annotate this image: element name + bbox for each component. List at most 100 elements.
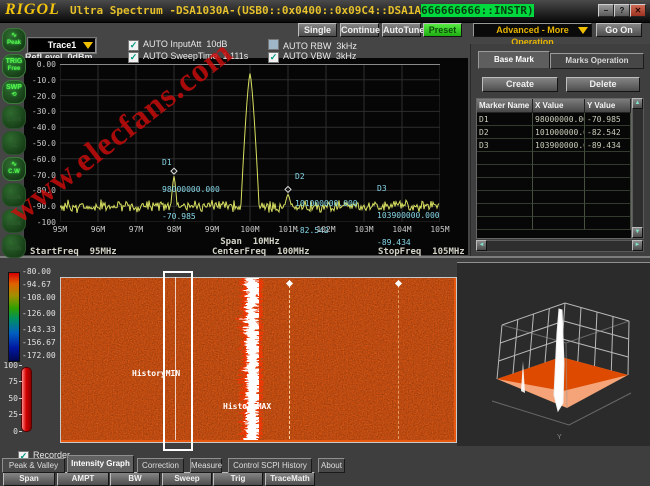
scroll-up-icon[interactable]: ▲ bbox=[632, 98, 643, 109]
intensity-graph[interactable]: HistoryMIN HistoryMAX bbox=[60, 277, 457, 443]
sidebar-item-mark-7[interactable]: ∿Mark bbox=[2, 209, 26, 233]
toolbar-button-single[interactable]: Single bbox=[298, 23, 337, 37]
slider-tick-label: 50 bbox=[2, 394, 18, 403]
sidebar-item-peak-0[interactable]: ∿Peak bbox=[2, 28, 26, 52]
bottom-button-sweep[interactable]: Sweep bbox=[162, 472, 212, 486]
table-cell bbox=[477, 152, 533, 165]
history-marker-line bbox=[289, 280, 290, 439]
sidebar-item-label: DL bbox=[3, 143, 25, 150]
close-button[interactable]: ✕ bbox=[630, 4, 646, 17]
sidebar-item-dl-4[interactable]: ⊥DL bbox=[2, 131, 26, 155]
auto-checkbox-1[interactable]: ✓AUTO SweepTime 1.111s bbox=[128, 51, 248, 61]
table-header-cell[interactable]: Marker Name bbox=[477, 99, 533, 113]
bottom-button-tracemath[interactable]: TraceMath bbox=[265, 472, 315, 486]
sidebar-item-math-8[interactable]: ∿Math bbox=[2, 234, 26, 258]
bottom-tab-peak-valley[interactable]: Peak & Valley bbox=[2, 458, 65, 473]
scale-label: -172.00 bbox=[22, 351, 56, 360]
sidebar-item-free-1[interactable]: TRIGFree bbox=[2, 54, 26, 78]
window-title-text: Ultra Spectrum -DSA1030A-(USB0::0x0400::… bbox=[70, 4, 421, 17]
sidebar-item-c.w-5[interactable]: ∿C.W bbox=[2, 157, 26, 181]
toolbar-button-autotune[interactable]: AutoTune bbox=[382, 23, 421, 37]
auto-checkbox-3[interactable]: ✓AUTO VBW 3kHz bbox=[268, 51, 356, 61]
go-on-button[interactable]: Go On bbox=[596, 23, 642, 37]
y-axis-tick: -30.0 bbox=[26, 107, 56, 116]
tab-marks-operation[interactable]: Marks Operation bbox=[550, 53, 644, 69]
auto-checkbox-2[interactable]: AUTO RBW 3kHz bbox=[268, 39, 357, 49]
rigol-logo: RIGOL bbox=[5, 1, 60, 19]
advanced-operation-select[interactable]: Advanced - More Operation bbox=[473, 23, 592, 37]
selection-rectangle[interactable] bbox=[163, 271, 193, 451]
table-row[interactable]: D3103900000.000-89.434 bbox=[477, 139, 631, 152]
y-axis-tick: -40.0 bbox=[26, 123, 56, 132]
table-row[interactable] bbox=[477, 165, 631, 178]
marker-name: D2 bbox=[295, 172, 358, 181]
bottom-tab-measure[interactable]: Measure bbox=[190, 458, 222, 473]
table-cell: -89.434 bbox=[585, 139, 631, 152]
window-title: Ultra Spectrum -DSA1030A-(USB0::0x0400::… bbox=[70, 4, 534, 17]
bottom-tab-intensity-graph[interactable]: Intensity Graph bbox=[67, 455, 134, 473]
minimize-button[interactable]: – bbox=[598, 4, 614, 17]
table-row[interactable] bbox=[477, 204, 631, 217]
table-cell bbox=[533, 165, 585, 178]
slider-tick bbox=[19, 365, 22, 366]
bottom-button-bw[interactable]: BW bbox=[110, 472, 160, 486]
table-row[interactable]: D2101000000.000-82.542 bbox=[477, 126, 631, 139]
y-axis-tick: -50.0 bbox=[26, 139, 56, 148]
table-cell: D1 bbox=[477, 113, 533, 126]
slider-tick bbox=[19, 381, 22, 382]
help-button[interactable]: ? bbox=[614, 4, 630, 17]
bottom-button-ampt[interactable]: AMPT bbox=[57, 472, 109, 486]
horizontal-scrollbar[interactable] bbox=[476, 240, 644, 252]
table-cell bbox=[533, 217, 585, 230]
scroll-left-icon[interactable]: ◄ bbox=[476, 240, 487, 251]
toolbar-button-continue[interactable]: Continue bbox=[340, 23, 379, 37]
bottom-button-trig[interactable]: Trig bbox=[213, 472, 263, 486]
sidebar-item-⟲-2[interactable]: SWP⟲ bbox=[2, 80, 26, 104]
x-axis-tick: 96M bbox=[83, 225, 113, 234]
bottom-tab-about[interactable]: About bbox=[318, 458, 345, 473]
x-axis-tick: 98M bbox=[159, 225, 189, 234]
sidebar-item-cont-3[interactable]: ∿Cont bbox=[2, 105, 26, 129]
table-row[interactable] bbox=[477, 152, 631, 165]
y-axis-tick: -60.0 bbox=[26, 155, 56, 164]
table-header-cell[interactable]: X Value bbox=[533, 99, 585, 113]
sidebar-item-glyph: ∿ bbox=[3, 108, 25, 117]
y-axis-tick: -10.0 bbox=[26, 76, 56, 85]
tab-base-mark[interactable]: Base Mark bbox=[478, 51, 550, 69]
scale-label: -94.67 bbox=[22, 280, 51, 289]
checkbox-label: AUTO SweepTime 1.111s bbox=[143, 51, 248, 61]
bottom-button-span[interactable]: Span bbox=[3, 472, 55, 486]
x-axis-tick: 99M bbox=[197, 225, 227, 234]
toolbar-button-preset[interactable]: Preset bbox=[423, 23, 462, 37]
table-cell: D2 bbox=[477, 126, 533, 139]
recorder-checkbox[interactable]: ✓Recorder bbox=[8, 440, 70, 450]
intensity-slider[interactable] bbox=[21, 367, 32, 432]
marker-name: D3 bbox=[377, 184, 440, 193]
table-row[interactable] bbox=[477, 178, 631, 191]
bottom-tab-correction[interactable]: Correction bbox=[137, 458, 184, 473]
marker-annotation-d2: D2 101000000.000 -82.542 bbox=[295, 154, 358, 253]
chevron-down-icon bbox=[578, 27, 588, 34]
table-cell bbox=[585, 152, 631, 165]
sidebar-item-mark-6[interactable]: ∿Mark bbox=[2, 183, 26, 207]
bottom-tab-control-scpi-history[interactable]: Control SCPI History bbox=[228, 458, 312, 473]
table-header-cell[interactable]: Y Value bbox=[585, 99, 631, 113]
auto-checkbox-0[interactable]: ✓AUTO InputAtt 10dB bbox=[128, 39, 227, 49]
table-row[interactable]: D198000000.000-70.985 bbox=[477, 113, 631, 126]
x-axis-tick: 95M bbox=[45, 225, 75, 234]
selection-center-line bbox=[175, 277, 176, 440]
scroll-right-icon[interactable]: ► bbox=[632, 240, 643, 251]
vertical-scrollbar[interactable] bbox=[632, 98, 644, 239]
scroll-down-icon[interactable]: ▼ bbox=[632, 227, 643, 238]
marker-table[interactable]: Marker NameX ValueY ValueD198000000.000-… bbox=[476, 98, 632, 239]
table-row[interactable] bbox=[477, 191, 631, 204]
span-label: Span 10MHz bbox=[205, 237, 295, 247]
window-title-highlight: 666666666::INSTR) bbox=[421, 4, 534, 17]
table-row[interactable] bbox=[477, 217, 631, 230]
delete-button[interactable]: Delete bbox=[566, 77, 640, 92]
create-button[interactable]: Create bbox=[482, 77, 558, 92]
trace-select[interactable]: Trace1 bbox=[28, 38, 96, 53]
history-marker-line bbox=[398, 280, 399, 439]
scale-label: -143.33 bbox=[22, 325, 56, 334]
table-cell: -70.985 bbox=[585, 113, 631, 126]
